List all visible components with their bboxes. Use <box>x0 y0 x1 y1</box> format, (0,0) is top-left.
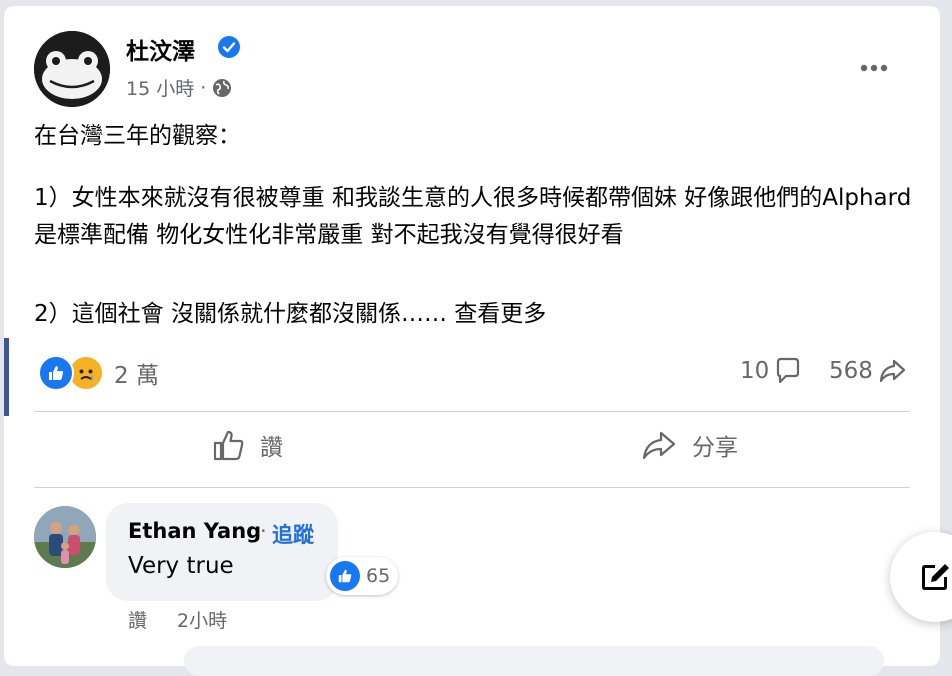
more-options-icon[interactable] <box>859 54 889 78</box>
comment-footer: 讚 2小時 <box>128 606 227 633</box>
see-more-link[interactable]: 查看更多 <box>454 301 546 327</box>
reaction-summary[interactable]: 2 萬 <box>38 355 159 391</box>
post-paragraph-1: 在台灣三年的觀察： <box>34 123 241 149</box>
edit-pencil-icon <box>922 564 949 590</box>
divider-top <box>34 411 910 412</box>
like-button-label: 讚 <box>260 435 283 461</box>
thumbs-up-icon <box>213 430 244 461</box>
focus-indicator <box>4 338 9 416</box>
comment-reaction-badge[interactable]: 65 <box>326 557 399 595</box>
post-paragraph-3: 2）這個社會 沒關係就什麼都沒關係…… 查看更多 <box>34 296 914 333</box>
comment-text: Very true <box>128 553 234 579</box>
like-button[interactable]: 讚 <box>212 428 283 462</box>
verified-badge-icon <box>218 36 240 58</box>
post-time[interactable]: 15 小時 <box>126 74 194 101</box>
post-card: 杜汶澤 15 小時 · 在台灣三年的觀察： 1）女性本來就沒有很被尊重 和我談生… <box>4 6 940 676</box>
reaction-count: 2 萬 <box>114 363 159 389</box>
divider-bottom <box>34 487 910 488</box>
post-meta: 15 小時 · <box>126 74 232 101</box>
comment-like-icon <box>330 561 360 591</box>
comment-time[interactable]: 2小時 <box>177 606 227 633</box>
comment-bubble: Ethan Yang · 追蹤 Very true <box>106 503 338 601</box>
comment-count: 10 <box>740 358 770 384</box>
follow-link[interactable]: 追蹤 <box>272 519 314 549</box>
globe-icon[interactable] <box>212 78 232 98</box>
like-reaction-icon <box>38 355 74 391</box>
post-paragraph-3-text: 2）這個社會 沒關係就什麼都沒關係…… <box>34 301 455 327</box>
family-photo-icon <box>34 506 96 568</box>
comment-like-link[interactable]: 讚 <box>128 606 147 633</box>
comment-bubble-icon <box>777 357 800 384</box>
share-arrow-icon <box>879 359 906 383</box>
commenter-name[interactable]: Ethan Yang <box>128 519 261 543</box>
next-comment-bubble <box>184 646 884 676</box>
comment-count-button[interactable]: 10 <box>740 356 803 386</box>
author-name[interactable]: 杜汶澤 <box>126 32 195 66</box>
share-count-button[interactable]: 568 <box>829 356 907 386</box>
share-button[interactable]: 分享 <box>640 428 738 462</box>
frog-avatar-icon <box>34 31 110 107</box>
share-count: 568 <box>829 358 873 384</box>
post-paragraph-2: 1）女性本來就沒有很被尊重 和我談生意的人很多時候都帶個妹 好像跟他們的Alph… <box>34 185 912 248</box>
share-icon <box>642 431 676 460</box>
comment-reaction-count: 65 <box>366 565 391 587</box>
commenter-avatar[interactable] <box>34 506 96 568</box>
meta-separator: · <box>200 76 207 99</box>
share-button-label: 分享 <box>692 435 738 461</box>
author-avatar[interactable] <box>34 31 110 107</box>
comment-separator: · <box>260 519 267 543</box>
